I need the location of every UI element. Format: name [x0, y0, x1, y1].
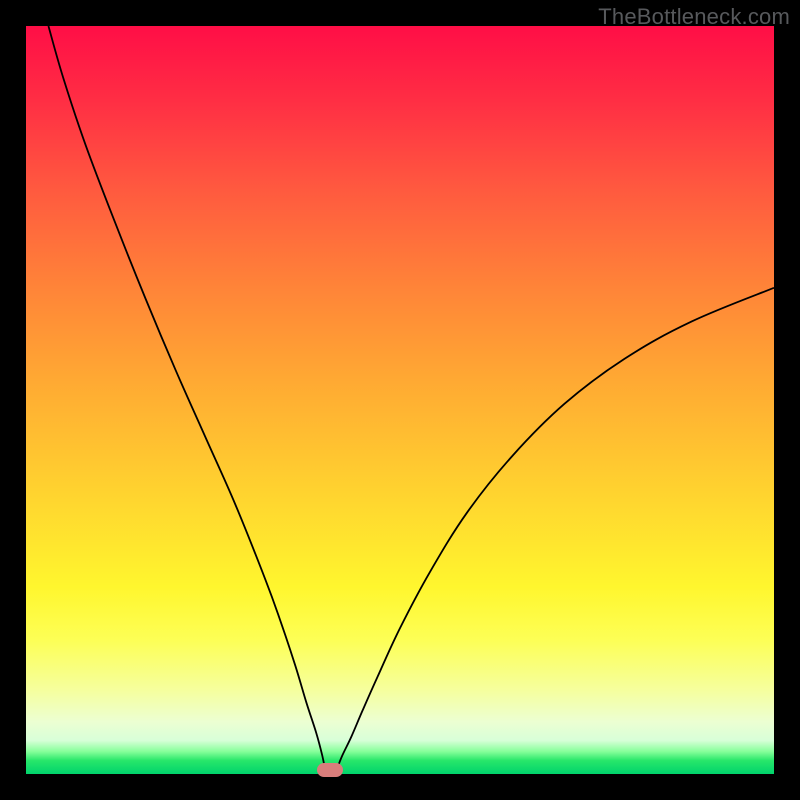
chart-area: [26, 26, 774, 774]
curve-svg: [26, 26, 774, 774]
bottleneck-marker: [317, 763, 343, 777]
curve-right: [336, 288, 774, 770]
watermark-text: TheBottleneck.com: [598, 4, 790, 30]
curve-left: [48, 26, 325, 770]
